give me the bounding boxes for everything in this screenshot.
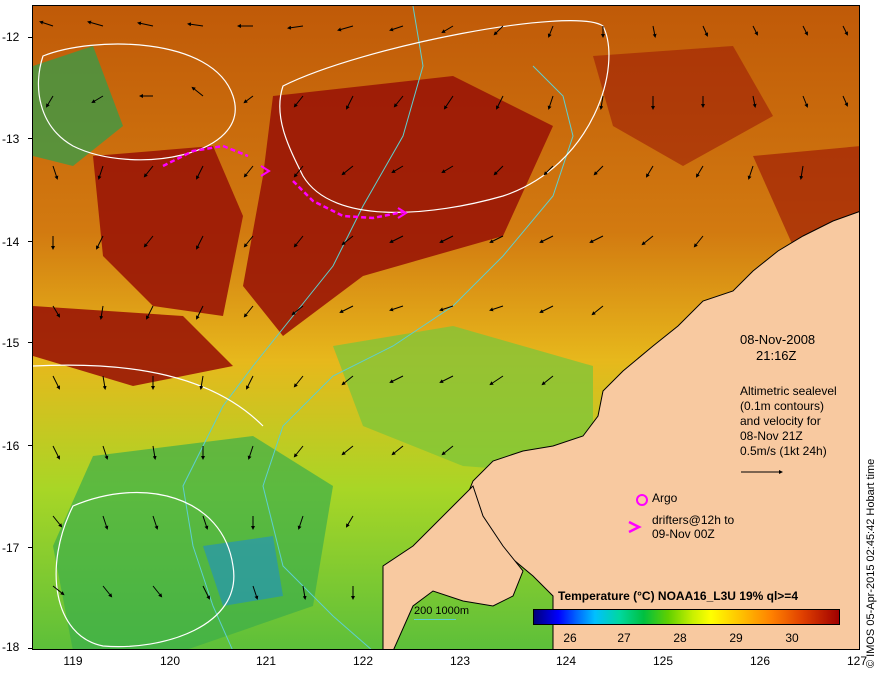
lat-label: -18 — [2, 640, 20, 654]
y-tick-mark — [28, 648, 32, 649]
y-tick-mark — [28, 138, 32, 139]
colorbar-title: Temperature (°C) NOAA16_L3U 19% ql>=4 — [558, 589, 798, 603]
altimetry-line: 08-Nov 21Z — [740, 429, 803, 443]
observation-time: 21:16Z — [756, 348, 797, 363]
lon-label: 120 — [159, 654, 181, 668]
y-tick-mark — [28, 445, 32, 446]
lat-label: -14 — [2, 235, 20, 249]
lat-label: -16 — [2, 439, 20, 453]
sst-map[interactable] — [33, 6, 860, 650]
y-tick-mark — [28, 241, 32, 242]
colorbar-tick: 26 — [563, 631, 577, 645]
imos-credit: © IMOS 05-Apr-2015 02:45:42 Hobart time — [865, 458, 877, 668]
map-frame[interactable] — [32, 5, 860, 650]
lon-label: 126 — [749, 654, 771, 668]
colorbar-tick: 27 — [617, 631, 631, 645]
lat-label: -15 — [2, 336, 20, 350]
y-tick-mark — [28, 37, 32, 38]
lon-label: 124 — [555, 654, 577, 668]
y-tick-mark — [28, 547, 32, 548]
lon-label: 121 — [255, 654, 277, 668]
altimetry-line: and velocity for — [740, 414, 821, 428]
drifter-label-date: 09-Nov 00Z — [652, 527, 715, 541]
argo-label: Argo — [652, 491, 678, 505]
altimetry-note: Altimetric sealevel (0.1m contours) and … — [740, 384, 837, 459]
y-tick-mark — [28, 342, 32, 343]
lon-label: 123 — [449, 654, 471, 668]
lon-label: 125 — [652, 654, 674, 668]
drifter-label: drifters@12h to — [652, 513, 735, 527]
lon-label: 122 — [352, 654, 374, 668]
isobath-legend-line — [414, 619, 456, 620]
temperature-colorbar — [533, 609, 840, 625]
isobath-legend: 200 1000m — [414, 605, 470, 617]
colorbar-tick: 28 — [673, 631, 687, 645]
colorbar-tick: 30 — [785, 631, 799, 645]
lat-label: -13 — [2, 132, 20, 146]
altimetry-line: Altimetric sealevel — [740, 384, 837, 398]
altimetry-line: 0.5m/s (1kt 24h) — [740, 444, 827, 458]
lat-label: -12 — [2, 30, 20, 44]
lat-label: -17 — [2, 541, 20, 555]
colorbar-tick: 29 — [729, 631, 743, 645]
altimetry-line: (0.1m contours) — [740, 399, 825, 413]
lon-label: 119 — [63, 654, 83, 668]
observation-date: 08-Nov-2008 — [740, 332, 816, 347]
